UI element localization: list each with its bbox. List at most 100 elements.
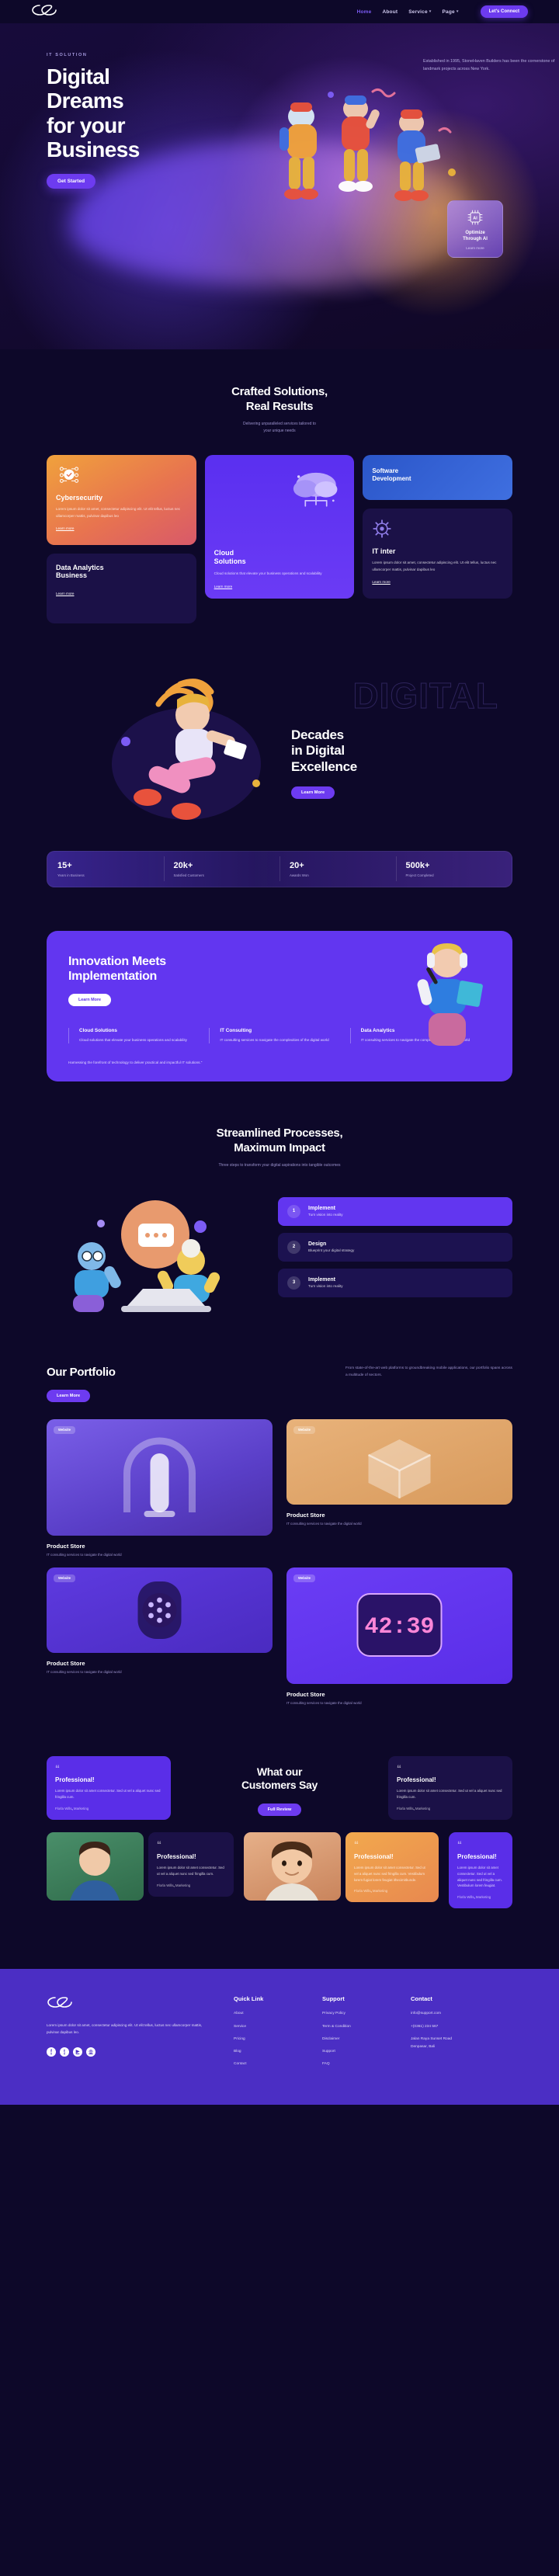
process-section: Streamlined Processes, Maximum Impact Th…	[47, 1127, 512, 1318]
optimize-through-ai-card[interactable]: AI Optimize Through AI Learn more	[447, 200, 503, 258]
step-desc: Turn vision into reality	[308, 1213, 343, 1217]
quote-mark-icon: “	[157, 1839, 161, 1851]
services-heading: Crafted Solutions, Real Results Deliveri…	[47, 349, 512, 435]
testimonial-author-role: Marketing	[175, 1883, 191, 1887]
hero-eyebrow: IT SOLUTION	[47, 53, 88, 57]
decades-title-line: Decades	[291, 727, 344, 742]
footer-link[interactable]: FAQ	[322, 2061, 391, 2067]
decades-title: Decades in Digital Excellence	[291, 727, 470, 776]
twitter-icon[interactable]: t	[60, 2047, 69, 2057]
service-card-cloud-solutions[interactable]: Cloud Solutions Cloud solutions that ele…	[204, 454, 355, 599]
nav-item-page[interactable]: Page ▾	[443, 9, 459, 15]
process-steps: 1 Implement Turn vision into reality 2 D…	[278, 1189, 512, 1297]
footer-link[interactable]: Pricing	[234, 2036, 302, 2043]
testimonials-title-line: Customers Say	[241, 1779, 318, 1792]
testimonial-author-name: Florla Wills	[457, 1895, 474, 1900]
service-card-learn-more[interactable]: Learn more	[372, 580, 391, 584]
instagram-icon[interactable]: ◎	[86, 2047, 95, 2057]
youtube-icon[interactable]: ▶	[73, 2047, 82, 2057]
process-step[interactable]: 3 Implement Turn vision into reality	[278, 1268, 512, 1297]
service-card-software-development[interactable]: Software Development	[363, 454, 513, 500]
portfolio-item-title: Product Store	[286, 1511, 325, 1519]
portfolio-thumbnail: Website 42:39	[286, 1567, 512, 1684]
ai-card-title: Optimize Through AI	[463, 231, 488, 243]
portfolio-item[interactable]: Website Product Store IT consulting serv…	[47, 1567, 273, 1705]
footer-link[interactable]: Support	[322, 2049, 391, 2055]
get-started-button[interactable]: Get Started	[47, 174, 96, 189]
testimonial-card[interactable]: “ Professional! Lorem ipsum dolor sit am…	[345, 1832, 439, 1903]
service-card-title: IT inter	[372, 547, 396, 555]
nav-label: About	[382, 9, 398, 15]
footer-link[interactable]: Service	[234, 2024, 302, 2030]
footer-link[interactable]: Privacy Policy	[322, 2011, 391, 2017]
portfolio-thumbnail: Website	[47, 1418, 273, 1536]
testimonial-card[interactable]: “ Professional! Lorem ipsum dolor sit am…	[449, 1832, 512, 1909]
logo[interactable]	[31, 3, 57, 21]
full-review-button[interactable]: Full Review	[257, 1803, 302, 1816]
service-card-body: Lorem ipsum dolor sit amet, consectetur …	[56, 507, 181, 518]
portfolio-item-desc: IT consulting services to navigate the d…	[47, 1552, 122, 1557]
footer-link[interactable]: Blog	[234, 2049, 302, 2055]
nav-item-home[interactable]: Home	[357, 9, 372, 15]
service-card-title-line: Solutions	[214, 557, 246, 566]
service-card-learn-more[interactable]: Learn more	[214, 585, 345, 588]
service-card-it-inter[interactable]: IT inter Lorem ipsum dolor sit amet, con…	[363, 508, 513, 599]
innovation-section: Innovation Meets Implementation Learn Mo…	[47, 930, 512, 1082]
portfolio-badge: Website	[293, 1425, 315, 1434]
testimonials-top-row: “ Professional! Lorem ipsum dolor sit am…	[47, 1755, 512, 1821]
chevron-down-icon: ▾	[429, 9, 432, 14]
svg-text:42:39: 42:39	[364, 1614, 434, 1640]
portfolio-learn-more-button[interactable]: Learn More	[47, 1389, 91, 1402]
ai-card-learn-more[interactable]: Learn more	[466, 246, 484, 250]
portfolio-intro: From state-of-the-art web platforms to g…	[345, 1366, 512, 1377]
stat-item: 15+ Years in Business	[47, 852, 164, 887]
services-section: Crafted Solutions, Real Results Deliveri…	[47, 349, 513, 623]
footer-phone[interactable]: +(0361) 234 567	[411, 2024, 479, 2030]
testimonial-heading: Professional!	[55, 1776, 95, 1784]
innovation-title-line: Innovation Meets	[68, 954, 166, 968]
process-step[interactable]: 2 Design Blueprint your digital strategy	[278, 1232, 512, 1262]
step-desc: Turn vision into reality	[308, 1284, 343, 1289]
testimonial-card[interactable]: “ Professional! Lorem ipsum dolor sit am…	[388, 1755, 512, 1821]
nav-item-service[interactable]: Service ▾	[408, 9, 431, 15]
footer-email[interactable]: info@support.com	[411, 2011, 479, 2017]
portfolio-item[interactable]: Website 42:39 Product Store IT consultin…	[286, 1567, 512, 1705]
step-title: Implement	[308, 1206, 336, 1212]
service-card-title: Cloud Solutions	[214, 549, 345, 566]
stat-number: 15+	[57, 860, 72, 870]
service-card-learn-more[interactable]: Learn more	[56, 592, 75, 595]
portfolio-item[interactable]: Website Product Store IT consulting serv…	[286, 1418, 512, 1557]
testimonial-author-name: Florla Wills	[397, 1807, 414, 1811]
footer-brand: Lorem ipsum dolor sit amet, consectetur …	[47, 1995, 214, 2074]
lets-connect-button[interactable]: Let's Connect	[480, 5, 528, 18]
footer-link[interactable]: About	[234, 2011, 302, 2017]
shield-network-icon	[59, 466, 79, 483]
innovation-learn-more-button[interactable]: Learn More	[68, 993, 112, 1006]
footer-link[interactable]: Contact	[234, 2061, 302, 2067]
testimonial-card[interactable]: “ Professional! Lorem ipsum dolor sit am…	[148, 1832, 234, 1897]
innovation-card: Innovation Meets Implementation Learn Mo…	[47, 930, 512, 1082]
process-step[interactable]: 1 Implement Turn vision into reality	[278, 1196, 512, 1226]
portfolio-thumbnail: Website	[47, 1567, 273, 1653]
service-card-data-analytics[interactable]: Data Analytics Business Learn more	[47, 553, 196, 623]
watch-product-image	[137, 1581, 182, 1639]
footer-link[interactable]: Term & Condition	[322, 2024, 391, 2030]
service-card-cybersecurity[interactable]: Cybersecurity Lorem ipsum dolor sit amet…	[47, 454, 196, 545]
testimonial-body: Lorem ipsum dolor sit amet consectetur. …	[55, 1789, 161, 1800]
service-card-learn-more[interactable]: Learn more	[56, 526, 75, 530]
portfolio-item[interactable]: Website Product Store IT consulting serv…	[47, 1418, 273, 1557]
svg-text:AI: AI	[473, 216, 477, 220]
services-title-line: Crafted Solutions,	[231, 385, 328, 398]
decades-learn-more-button[interactable]: Learn More	[291, 786, 335, 799]
footer-link[interactable]: Disclaimer	[322, 2036, 391, 2043]
site-footer: Lorem ipsum dolor sit amet, consectetur …	[0, 1969, 559, 2106]
hero-title-line: Business	[47, 137, 140, 162]
facebook-icon[interactable]: f	[47, 2047, 56, 2057]
nav-item-about[interactable]: About	[382, 9, 398, 15]
service-card-title-line: Data Analytics	[56, 563, 104, 571]
process-title-line: Streamlined Processes,	[216, 1127, 343, 1140]
hero-section: IT SOLUTION Digital Dreams for your Busi…	[0, 23, 559, 349]
testimonial-card[interactable]: “ Professional! Lorem ipsum dolor sit am…	[47, 1755, 171, 1821]
page-root: Home About Service ▾ Page ▾ Let's Connect	[0, 0, 559, 2106]
service-card-title-line: Business	[56, 571, 88, 580]
